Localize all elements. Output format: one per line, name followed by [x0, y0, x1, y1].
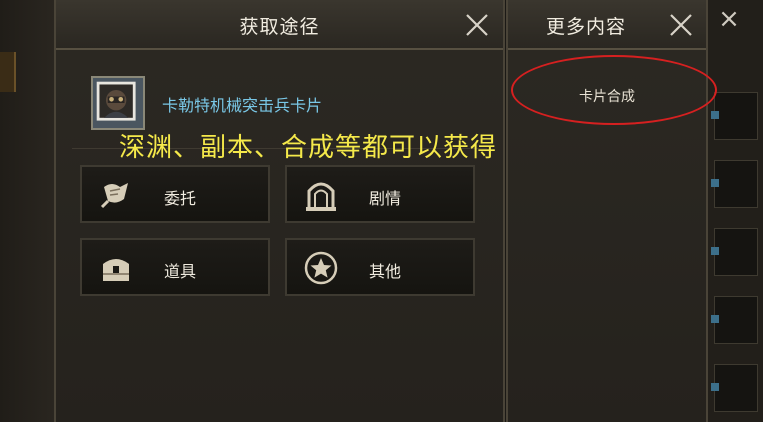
source-button-items[interactable]: 道具: [80, 238, 270, 296]
background-slot: [711, 92, 758, 140]
acquisition-panel-header: 获取途径: [56, 0, 503, 50]
source-button-other[interactable]: 其他: [285, 238, 475, 296]
more-content-header: 更多内容: [508, 0, 706, 50]
annotation-text: 深渊、副本、合成等都可以获得: [119, 133, 498, 163]
background-close-icon: ×: [718, 4, 740, 34]
source-label: 道具: [163, 262, 196, 281]
close-icon: [466, 14, 488, 36]
acquisition-panel: 获取途径 卡勒特机械突击兵卡片 委托 剧情 道具 其他: [54, 0, 505, 422]
source-button-commission[interactable]: 委托: [80, 165, 270, 223]
chest-icon: [103, 259, 129, 281]
background-slot: [711, 228, 758, 276]
source-label: 剧情: [368, 189, 401, 208]
source-label: 其他: [368, 262, 401, 281]
close-button[interactable]: [464, 12, 490, 38]
more-content-panel: 更多内容 卡片合成: [506, 0, 717, 422]
background-slot: [711, 296, 758, 344]
close-icon: [670, 14, 692, 36]
scroll-icon: [100, 183, 128, 209]
gate-icon: [306, 182, 336, 211]
close-button[interactable]: [668, 12, 694, 38]
background-right-panel: [706, 0, 763, 422]
source-button-story[interactable]: 剧情: [285, 165, 475, 223]
background-slot: [711, 160, 758, 208]
card-synthesis-link[interactable]: 卡片合成: [508, 86, 706, 106]
card-name: 卡勒特机械突击兵卡片: [162, 96, 323, 115]
card-portrait-icon: [91, 76, 145, 130]
star-icon: [304, 251, 338, 285]
acquisition-panel-title: 获取途径: [239, 16, 320, 38]
source-label: 委托: [163, 189, 196, 208]
background-left-tab: [0, 52, 16, 92]
background-slot: [711, 364, 758, 412]
